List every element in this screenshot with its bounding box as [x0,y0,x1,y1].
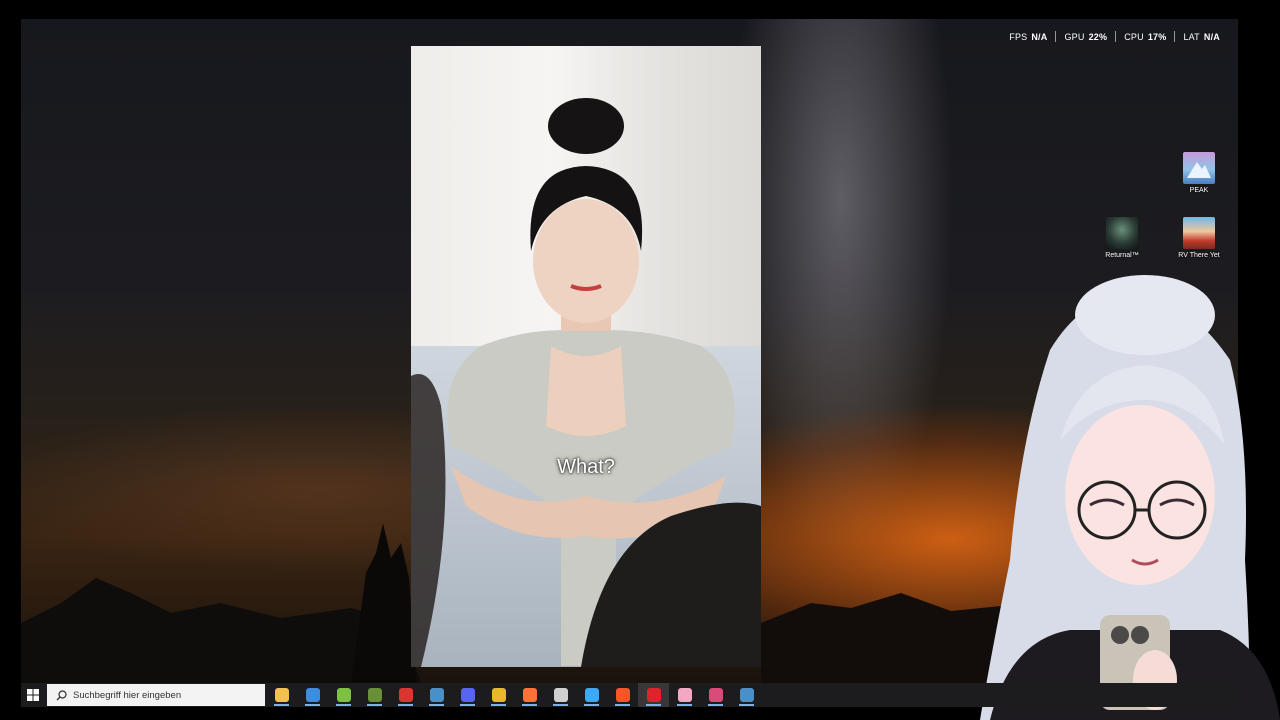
video-subtitle: What? [557,456,615,478]
media-app-icon [708,688,723,702]
news-app-icon [398,688,413,702]
desktop-icon-label: Returnal™ [1105,252,1139,259]
windows-logo-icon [27,689,39,701]
fps-stat: FPS N/A [1009,32,1047,42]
desktop-icon-peak[interactable]: PEAK [1171,152,1227,194]
sync-app-icon [584,688,599,702]
opera-icon [646,688,661,702]
taskbar-app-button[interactable] [731,683,762,707]
minecraft-icon [367,688,382,702]
cpu-stat: CPU 17% [1124,32,1166,42]
fps-value: N/A [1031,31,1048,42]
taskbar-app-button[interactable] [483,683,514,707]
taskbar-app-button[interactable] [669,683,700,707]
cpu-label: CPU [1124,31,1144,42]
rv-there-yet-game-icon [1183,217,1215,249]
taskbar-app-button[interactable] [514,683,545,707]
performance-overlay: FPS N/A GPU 22% CPU 17% LAT N/A [1009,31,1220,42]
stat-divider [1115,31,1117,42]
search-placeholder: Suchbegriff hier eingeben [73,689,182,701]
search-icon [56,689,67,700]
fps-label: FPS [1009,31,1028,42]
peak-game-icon [1183,152,1215,184]
gpu-stat: GPU 22% [1064,32,1107,42]
taskbar-app-button[interactable] [545,683,576,707]
desktop-icon-rv-there-yet[interactable]: RV There Yet [1171,217,1227,259]
latency-stat: LAT N/A [1183,32,1220,42]
start-button[interactable] [23,683,43,707]
taskbar-app-button[interactable] [359,683,390,707]
cpu-value: 17% [1147,31,1167,42]
vtuber-avatar [980,275,1280,720]
latency-label: LAT [1183,31,1200,42]
taskbar-app-button[interactable] [266,683,297,707]
video-player[interactable]: What? [411,46,761,667]
file-explorer-icon [274,688,289,702]
desktop-icon-label: RV There Yet [1178,252,1220,259]
obs-icon [553,688,568,702]
taskbar: Suchbegriff hier eingeben [21,683,1238,707]
taskbar-app-button[interactable] [638,683,669,707]
gpu-value: 22% [1088,31,1108,42]
taskbar-app-button[interactable] [452,683,483,707]
microsoft-store-icon [305,688,320,702]
taskbar-search-box[interactable]: Suchbegriff hier eingeben [47,684,265,706]
latency-value: N/A [1203,31,1220,42]
brave-icon [615,688,630,702]
gpu-label: GPU [1064,31,1085,42]
video-frame-woman [411,98,761,667]
taskbar-app-button[interactable] [607,683,638,707]
android-app-icon [336,688,351,702]
taskbar-app-button[interactable] [576,683,607,707]
steam-icon [429,688,444,702]
taskbar-app-button[interactable] [700,683,731,707]
firefox-icon [522,688,537,702]
steam-icon [739,688,754,702]
desktop-icon-label: PEAK [1189,187,1209,194]
stat-divider [1055,31,1057,42]
desktop-icon-returnal[interactable]: Returnal™ [1094,217,1150,259]
taskbar-app-button[interactable] [421,683,452,707]
taskbar-app-button[interactable] [297,683,328,707]
stat-divider [1174,31,1176,42]
returnal-game-icon [1106,217,1138,249]
chrome-icon [491,688,506,702]
vtuber-app-icon [677,688,692,702]
taskbar-app-button[interactable] [328,683,359,707]
taskbar-app-list [266,683,762,707]
discord-icon [460,688,475,702]
taskbar-app-button[interactable] [390,683,421,707]
